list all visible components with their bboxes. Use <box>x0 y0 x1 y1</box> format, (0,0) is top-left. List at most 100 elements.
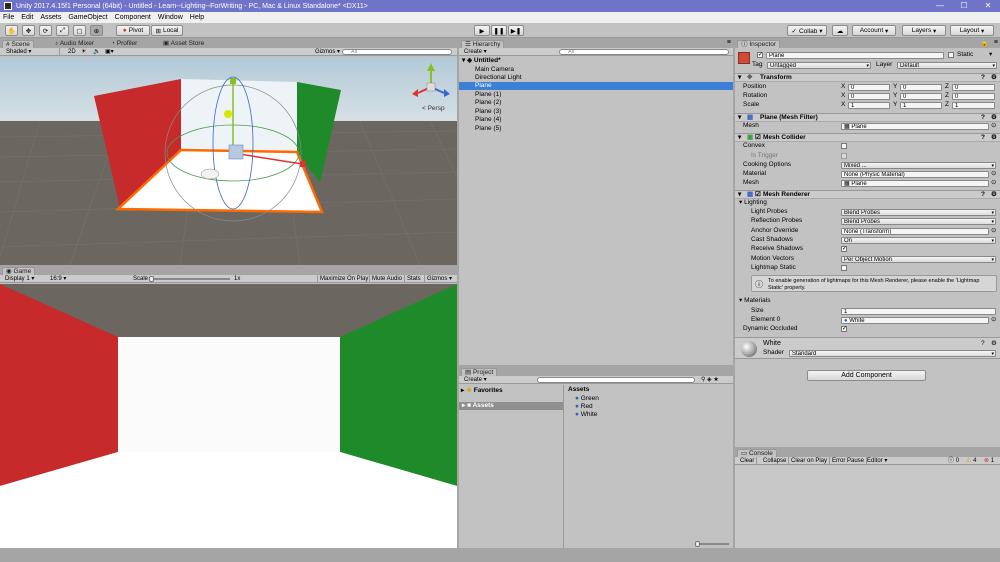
project-search-input[interactable] <box>537 377 695 383</box>
log-count[interactable]: ⓘ 0 <box>946 457 961 465</box>
active-checkbox[interactable]: ✓ <box>757 52 763 58</box>
tab-hierarchy[interactable]: ☰ Hierarchy <box>461 40 505 48</box>
add-component-button[interactable]: Add Component <box>807 370 926 381</box>
component-settings-icon[interactable]: ⚙ <box>991 134 997 142</box>
asset-item[interactable]: ● White <box>575 411 597 419</box>
transform-tool-icon[interactable]: ⊕ <box>90 25 103 36</box>
object-picker-icon[interactable]: ⊙ <box>991 179 996 187</box>
console-clear-button[interactable]: Clear <box>738 457 758 465</box>
element0-field[interactable]: ● White <box>841 317 989 324</box>
scene-root[interactable]: ▾ ◈ Untitled* <box>462 57 501 65</box>
mesh-filter-header[interactable]: ▾ ▦ Plane (Mesh Filter) ? ⚙ <box>735 113 1000 122</box>
pause-button[interactable]: ❚❚ <box>491 25 507 36</box>
icon-size-slider[interactable] <box>695 543 729 545</box>
motion-vectors-dropdown[interactable]: Per Object Motion <box>841 256 996 263</box>
stats-toggle[interactable]: Stats <box>404 275 423 283</box>
menu-help[interactable]: Help <box>190 14 204 21</box>
cast-shadows-dropdown[interactable]: On <box>841 237 996 244</box>
object-picker-icon[interactable]: ⊙ <box>991 122 996 130</box>
tab-audio-mixer[interactable]: ♪ Audio Mixer <box>52 40 97 48</box>
display-dropdown[interactable]: Display 1 ▾ <box>3 275 36 283</box>
tab-scene[interactable]: # Scene <box>2 40 34 48</box>
menu-component[interactable]: Component <box>115 14 151 21</box>
tag-dropdown[interactable]: Untagged <box>767 62 871 69</box>
component-settings-icon[interactable]: ⚙ <box>991 74 997 82</box>
move-tool-icon[interactable]: ✥ <box>22 25 35 36</box>
lighting-toggle-icon[interactable]: ☀ <box>79 48 88 56</box>
receive-shadows-checkbox[interactable]: ✓ <box>841 246 847 252</box>
menu-assets[interactable]: Assets <box>40 14 61 21</box>
layers-dropdown[interactable]: Layers ▾ <box>902 25 946 36</box>
close-button[interactable]: ✕ <box>976 0 1000 12</box>
console-log-area[interactable] <box>735 466 1000 548</box>
object-picker-icon[interactable]: ⊙ <box>991 170 996 178</box>
scene-viewport[interactable]: < Persp <box>0 57 457 265</box>
icon-size-slider-handle[interactable] <box>695 541 700 547</box>
asset-item[interactable]: ● Red <box>575 403 593 411</box>
favorites-folder[interactable]: ▸ ★ Favorites <box>461 387 503 395</box>
mesh-field[interactable]: ▦ Plane <box>841 123 989 130</box>
materials-foldout[interactable]: ▾ Materials <box>739 297 770 305</box>
minimize-button[interactable]: — <box>928 0 952 12</box>
layer-dropdown[interactable]: Default <box>897 62 997 69</box>
menu-gameobject[interactable]: GameObject <box>68 14 107 21</box>
collider-enabled-checkbox[interactable]: ☑ <box>755 134 761 142</box>
dynamic-occluded-checkbox[interactable]: ✓ <box>841 326 847 332</box>
material-settings-icon[interactable]: ⚙ <box>991 340 997 348</box>
scale-tool-icon[interactable]: ⤢ <box>56 25 69 36</box>
game-viewport[interactable] <box>0 284 457 548</box>
collab-button[interactable]: ✓ Collab ▾ <box>787 25 827 36</box>
menu-edit[interactable]: Edit <box>21 14 33 21</box>
convex-checkbox[interactable] <box>841 143 847 149</box>
lighting-foldout[interactable]: ▾ Lighting <box>739 199 767 207</box>
tab-project[interactable]: ▤ Project <box>461 368 498 376</box>
help-icon[interactable]: ? <box>981 74 985 82</box>
camera-gizmo[interactable] <box>228 144 244 160</box>
game-gizmos-dropdown[interactable]: Gizmos ▾ <box>424 275 454 283</box>
hierarchy-menu-icon[interactable]: ≡ <box>727 39 731 46</box>
renderer-enabled-checkbox[interactable]: ☑ <box>755 191 761 199</box>
scale-slider-handle[interactable] <box>149 276 154 282</box>
cooking-options-dropdown[interactable]: Mixed ... <box>841 162 996 169</box>
help-icon[interactable]: ? <box>981 191 985 199</box>
object-picker-icon[interactable]: ⊙ <box>991 227 996 235</box>
maximize-on-play-toggle[interactable]: Maximize On Play <box>317 275 370 283</box>
persp-label[interactable]: < Persp <box>422 105 445 113</box>
hierarchy-search-input[interactable]: All <box>559 49 729 55</box>
hierarchy-item[interactable]: Plane (2) <box>475 99 501 107</box>
static-checkbox[interactable] <box>948 52 954 58</box>
help-icon[interactable]: ? <box>981 134 985 142</box>
hierarchy-item-selected[interactable]: Plane <box>459 82 733 90</box>
audio-toggle-icon[interactable]: 🔈 <box>91 48 102 56</box>
reflection-probes-dropdown[interactable]: Blend Probes <box>841 218 996 225</box>
light-probes-dropdown[interactable]: Blend Probes <box>841 209 996 216</box>
aspect-dropdown[interactable]: 16:9 ▾ <box>48 275 68 283</box>
hierarchy-item[interactable]: Main Camera <box>475 66 514 74</box>
help-icon[interactable]: ? <box>981 340 985 348</box>
maximize-button[interactable]: ☐ <box>952 0 976 12</box>
account-dropdown[interactable]: Account ▾ <box>852 25 896 36</box>
menu-file[interactable]: File <box>3 14 14 21</box>
scale-z-field[interactable]: 1 <box>952 102 995 109</box>
scale-slider[interactable] <box>150 278 230 280</box>
mesh-collider-header[interactable]: ▾ ▣ ☑ Mesh Collider ? ⚙ <box>735 133 1000 142</box>
play-button[interactable]: ▶ <box>474 25 490 36</box>
error-count[interactable]: ⊗ 1 <box>982 457 996 465</box>
help-icon[interactable]: ? <box>981 114 985 122</box>
menu-window[interactable]: Window <box>158 14 183 21</box>
collider-mesh-field[interactable]: ▦ Plane <box>841 180 989 187</box>
assets-folder[interactable]: ▸ ■ Assets <box>459 402 563 410</box>
effects-toggle-icon[interactable]: ▣▾ <box>103 48 116 56</box>
component-settings-icon[interactable]: ⚙ <box>991 191 997 199</box>
mute-audio-toggle[interactable]: Mute Audio <box>369 275 404 283</box>
cloud-icon[interactable]: ☁ <box>832 25 848 36</box>
rotation-y-field[interactable]: 0 <box>900 93 942 100</box>
materials-size-field[interactable]: 1 <box>841 308 996 315</box>
material-section[interactable]: White Shader Standard ? ⚙ <box>735 337 1000 359</box>
hierarchy-item[interactable]: Plane (5) <box>475 125 501 133</box>
hierarchy-create-dropdown[interactable]: Create ▾ <box>462 48 489 56</box>
hand-tool-icon[interactable]: ✋ <box>5 25 18 36</box>
console-collapse-toggle[interactable]: Collapse <box>761 457 790 465</box>
physic-material-field[interactable]: None (Physic Material) <box>841 171 989 178</box>
mesh-renderer-header[interactable]: ▾ ▦ ☑ Mesh Renderer ? ⚙ <box>735 190 1000 199</box>
